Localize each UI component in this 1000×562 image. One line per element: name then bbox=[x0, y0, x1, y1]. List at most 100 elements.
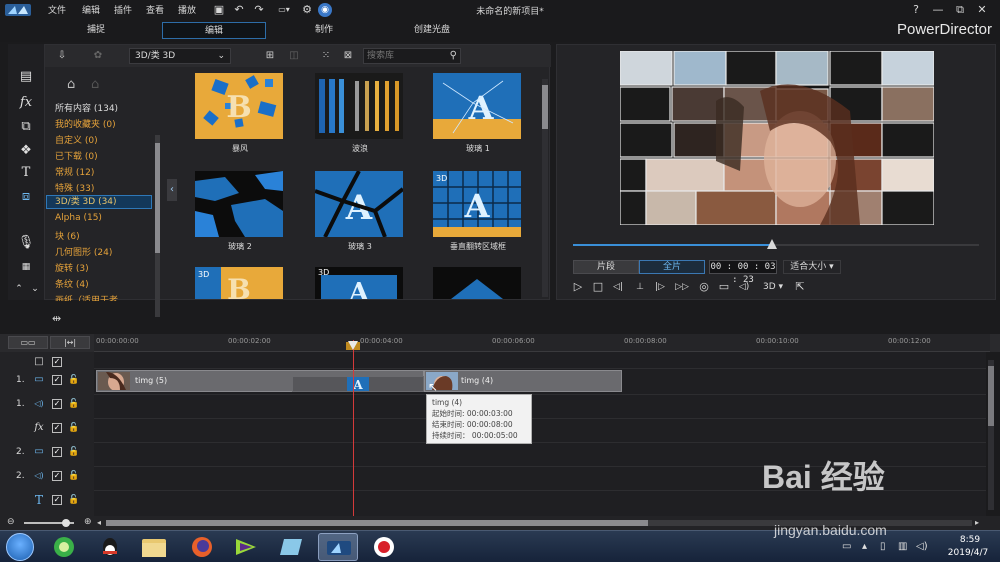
tray-show-hidden-icon[interactable]: ▴ bbox=[862, 541, 867, 552]
aspect-ratio-icon[interactable]: ▭▾ bbox=[272, 2, 296, 18]
zoom-slider-knob[interactable] bbox=[62, 519, 70, 527]
add-category-icon[interactable]: ⌂ bbox=[67, 77, 75, 92]
restore-button[interactable]: ⧉ bbox=[952, 2, 968, 18]
category-item[interactable]: 特殊 (33) bbox=[55, 181, 94, 194]
previous-frame-icon[interactable]: ◁| bbox=[611, 280, 625, 294]
category-item[interactable]: 块 (6) bbox=[55, 229, 80, 242]
settings-gear-icon[interactable]: ⚙ bbox=[300, 2, 314, 18]
collapse-panel-icon[interactable]: ‹ bbox=[167, 179, 177, 201]
tab-capture[interactable]: 捕捉 bbox=[44, 22, 148, 39]
save-icon[interactable]: ▣ bbox=[212, 2, 226, 18]
resize-icon[interactable]: ⊠ bbox=[341, 49, 355, 63]
fast-forward-icon[interactable]: ▷▷ bbox=[675, 280, 689, 294]
taskbar-app-explorer-icon[interactable] bbox=[134, 533, 174, 561]
library-scrollbar[interactable] bbox=[542, 79, 548, 297]
transition-thumbnail[interactable] bbox=[433, 267, 523, 299]
next-frame-icon[interactable]: |▷ bbox=[653, 280, 667, 294]
chapter-room-icon[interactable]: ▦ bbox=[17, 258, 35, 276]
menu-view[interactable]: 查看 bbox=[146, 3, 164, 16]
category-item[interactable]: 自定义 (0) bbox=[55, 133, 98, 146]
video-clip-timg-4[interactable]: timg (4) bbox=[424, 370, 622, 392]
help-button[interactable]: ? bbox=[908, 2, 924, 18]
taskbar-app-media-icon[interactable] bbox=[226, 533, 266, 561]
category-item-selected[interactable]: 3D/类 3D (34) bbox=[46, 195, 152, 209]
track-enable-checkbox[interactable]: ✓ bbox=[52, 423, 62, 433]
redo-icon[interactable]: ↷ bbox=[252, 2, 266, 18]
menu-file[interactable]: 文件 bbox=[48, 3, 66, 16]
transition-thumbnail[interactable]: B 3D bbox=[195, 267, 285, 299]
tray-keyboard-icon[interactable]: ▭ bbox=[842, 541, 851, 552]
minimize-button[interactable]: — bbox=[930, 2, 946, 18]
movie-mode-button[interactable]: 全片 bbox=[639, 260, 705, 274]
scroll-right-icon[interactable]: ▸ bbox=[975, 518, 979, 527]
transition-room-icon[interactable]: ⧈ bbox=[17, 188, 35, 206]
undo-icon[interactable]: ↶ bbox=[232, 2, 246, 18]
menu-play[interactable]: 播放 bbox=[178, 3, 196, 16]
title-room-icon[interactable]: T bbox=[17, 164, 35, 182]
timecode-display[interactable]: 00 : 00 : 03 : 23 bbox=[709, 260, 777, 285]
category-item[interactable]: 条纹 (4) bbox=[55, 277, 89, 290]
track-lock-icon[interactable]: 🔓 bbox=[68, 373, 80, 387]
clip-mode-button[interactable]: 片段 bbox=[573, 260, 639, 274]
taskbar-app-360-icon[interactable] bbox=[44, 533, 84, 561]
category-item[interactable]: Alpha (15) bbox=[55, 213, 102, 223]
search-input[interactable] bbox=[364, 49, 444, 63]
transition-thumbnail-glass-1[interactable]: A 玻璃 1 bbox=[433, 73, 523, 154]
account-icon[interactable]: ◉ bbox=[318, 3, 332, 17]
track-enable-checkbox[interactable]: ✓ bbox=[52, 375, 62, 385]
subtitle-icon[interactable]: ▭ bbox=[717, 280, 731, 294]
category-item[interactable]: 画纸（适用于老 bbox=[55, 293, 118, 301]
search-icon[interactable]: ⚲ bbox=[450, 50, 457, 61]
split-icon[interactable]: ⊥ bbox=[633, 280, 647, 294]
grid-view-icon[interactable]: ⁙ bbox=[319, 49, 333, 63]
track-manager-icon[interactable]: ▭▭ bbox=[8, 336, 48, 349]
zoom-out-icon[interactable]: ⊖ bbox=[7, 517, 15, 527]
taskbar-app-recorder-icon[interactable] bbox=[364, 533, 404, 561]
play-icon[interactable]: ▷ bbox=[571, 280, 585, 294]
tab-edit[interactable]: 编辑 bbox=[162, 22, 266, 39]
add-to-timeline-icon[interactable]: ⊞ bbox=[263, 49, 277, 63]
media-room-icon[interactable]: ▤ bbox=[17, 68, 35, 86]
zoom-dropdown[interactable]: 适合大小 ▾ bbox=[783, 260, 841, 274]
track-lock-icon[interactable]: 🔓 bbox=[68, 397, 80, 411]
menu-edit[interactable]: 编辑 bbox=[82, 3, 100, 16]
category-item[interactable]: 已下载 (0) bbox=[55, 149, 98, 162]
transition-thumbnail-glass-2[interactable]: 玻璃 2 bbox=[195, 171, 285, 252]
category-item[interactable]: 旋转 (3) bbox=[55, 261, 89, 274]
stop-icon[interactable]: □ bbox=[591, 280, 605, 294]
category-item[interactable]: 所有内容 (134) bbox=[55, 101, 118, 114]
clock-time[interactable]: 8:59 bbox=[950, 535, 990, 545]
scrollbar-thumb[interactable] bbox=[988, 366, 994, 426]
preview-seek-slider[interactable] bbox=[573, 239, 979, 249]
scrollbar-thumb[interactable] bbox=[106, 520, 648, 526]
track-enable-checkbox[interactable]: ✓ bbox=[52, 399, 62, 409]
track-enable-checkbox[interactable]: ✓ bbox=[52, 447, 62, 457]
3d-mode-dropdown[interactable]: 3D ▾ bbox=[759, 280, 787, 294]
zoom-in-icon[interactable]: ⊕ bbox=[84, 517, 92, 527]
seek-knob[interactable] bbox=[766, 239, 777, 249]
scroll-left-icon[interactable]: ◂ bbox=[97, 518, 101, 527]
taskbar-app-qq-icon[interactable] bbox=[90, 533, 130, 561]
track-enable-checkbox[interactable]: ✓ bbox=[52, 357, 62, 367]
snapshot-icon[interactable]: ◎ bbox=[697, 280, 711, 294]
playhead-handle[interactable] bbox=[348, 341, 358, 351]
category-item[interactable]: 几何图形 (24) bbox=[55, 245, 112, 258]
tab-produce[interactable]: 制作 bbox=[272, 22, 376, 39]
menu-plugins[interactable]: 插件 bbox=[114, 3, 132, 16]
category-item[interactable]: 我的收藏夹 (0) bbox=[55, 117, 116, 130]
transition-overlap[interactable]: A bbox=[292, 376, 424, 392]
track-lock-icon[interactable]: 🔓 bbox=[68, 469, 80, 483]
timeline-ruler[interactable]: 00:00:00:00 00:00:02:00 00:00:04:00 00:0… bbox=[94, 334, 990, 352]
tray-network-icon[interactable]: ▥ bbox=[898, 541, 907, 552]
start-button[interactable] bbox=[6, 533, 34, 561]
clock-date[interactable]: 2019/4/7 bbox=[940, 548, 996, 558]
timeline-vertical-scrollbar[interactable] bbox=[988, 360, 994, 510]
taskbar-app-notepad-icon[interactable] bbox=[272, 533, 312, 561]
tray-volume-icon[interactable]: ◁) bbox=[916, 541, 928, 552]
track-lock-icon[interactable]: 🔓 bbox=[68, 493, 80, 507]
import-media-icon[interactable]: ⇩ bbox=[55, 49, 69, 63]
fx-room-icon[interactable]: fx bbox=[17, 94, 35, 112]
taskbar-app-firefox-icon[interactable] bbox=[182, 533, 222, 561]
select-all-tracks-icon[interactable]: □ bbox=[32, 355, 46, 369]
transition-thumbnail-vertical-flip[interactable]: A 3D 垂直翻转区域框 bbox=[433, 171, 523, 252]
